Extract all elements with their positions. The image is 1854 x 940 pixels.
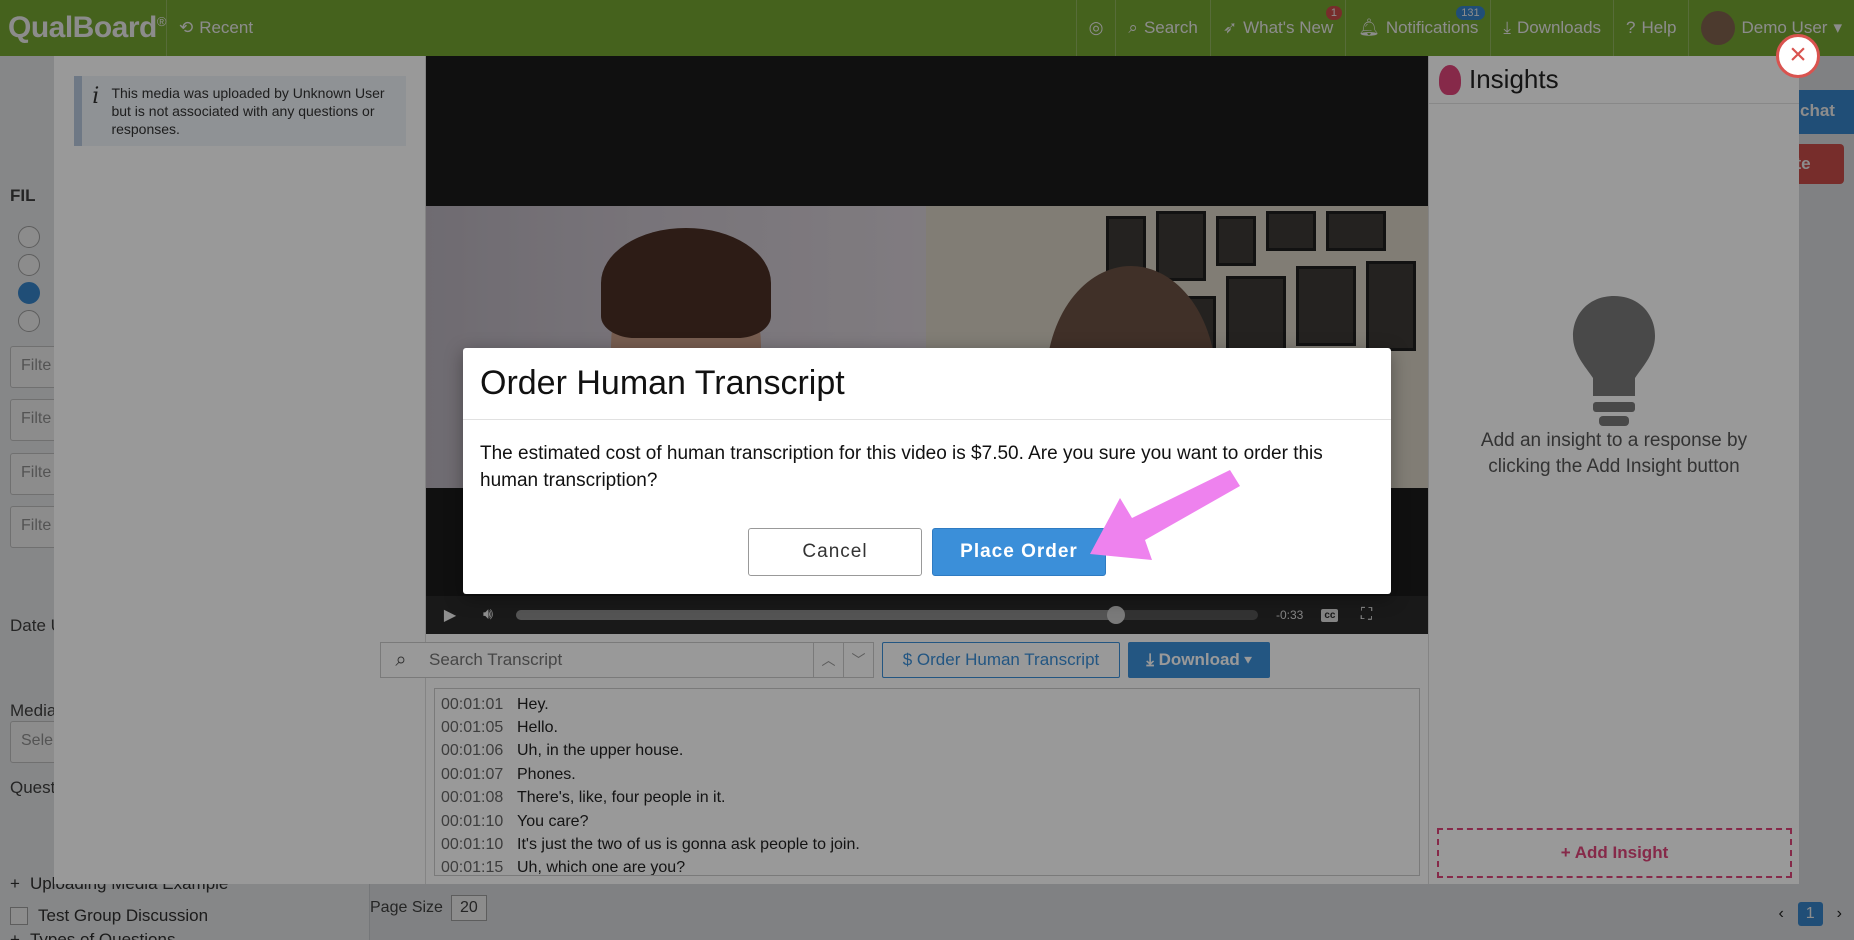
order-transcript-dialog: Order Human Transcript The estimated cos… (463, 348, 1391, 594)
pointer-arrow-annotation (1090, 470, 1240, 560)
dialog-title: Order Human Transcript (463, 348, 1391, 420)
cancel-button[interactable]: Cancel (748, 528, 922, 576)
close-icon[interactable]: × (1776, 34, 1820, 78)
dialog-actions: Cancel Place Order (463, 528, 1391, 576)
place-order-button[interactable]: Place Order (932, 528, 1106, 576)
